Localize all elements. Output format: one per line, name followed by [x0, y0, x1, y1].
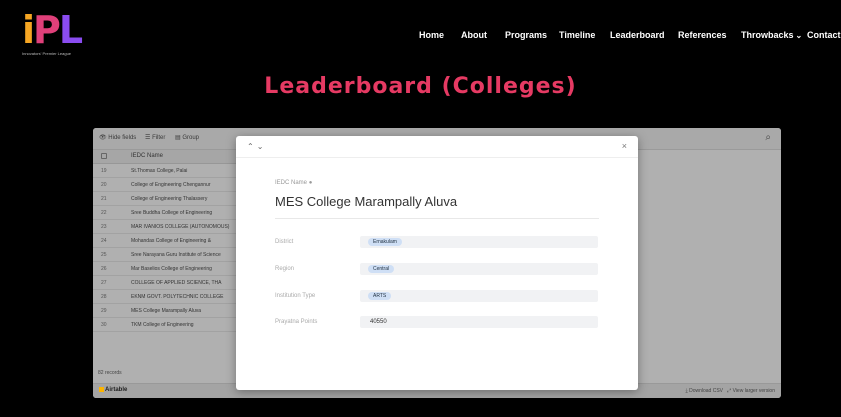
row-number: 22 [101, 210, 107, 216]
row-number: 21 [101, 196, 107, 202]
field-value-district: Ernakulam [360, 236, 598, 248]
row-number: 25 [101, 252, 107, 258]
nav-throwbacks[interactable]: Throwbacks ⌄ [741, 30, 802, 40]
table-row[interactable]: 26 Mar Baselios College of Engineering [93, 262, 237, 276]
row-iedc-name: COLLEGE OF APPLIED SCIENCE, THA [131, 280, 222, 286]
column-header-iedc-name[interactable]: IEDC Name [131, 153, 163, 159]
chevron-up-icon[interactable]: ⌃ [247, 142, 257, 151]
table-row[interactable]: 22 Sree Buddha College of Engineering [93, 206, 237, 220]
record-nav-arrows: ⌃⌄ [247, 142, 266, 151]
airtable-logo-icon [99, 387, 104, 392]
row-number: 20 [101, 182, 107, 188]
nav-throwbacks-label: Throwbacks [741, 30, 794, 40]
group-icon: ▤ [175, 135, 181, 141]
record-title: MES College Marampally Aluva [275, 194, 458, 209]
district-chip: Ernakulam [368, 238, 402, 246]
field-value-region: Central [360, 263, 598, 275]
record-detail-modal: ⌃⌄ × IEDC Name ● MES College Marampally … [236, 136, 638, 390]
search-icon[interactable]: ⌕ [765, 132, 771, 143]
row-number: 30 [101, 322, 107, 328]
field-label-district: District [275, 239, 294, 245]
filter-icon: ☰ [145, 135, 151, 141]
primary-field-label-text: IEDC Name [275, 180, 308, 186]
download-csv-link[interactable]: ⤓ Download CSV [685, 388, 723, 394]
grid-header-row: IEDC Name [93, 150, 237, 164]
airtable-brand-label: Airtable [105, 387, 128, 393]
row-iedc-name: MAR IVANIOS COLLEGE (AUTONOMOUS) [131, 224, 230, 230]
table-row[interactable]: 27 COLLEGE OF APPLIED SCIENCE, THA [93, 276, 237, 290]
row-number: 23 [101, 224, 107, 230]
info-icon: ● [308, 180, 313, 186]
view-larger-link[interactable]: ⤢ View larger version [727, 388, 775, 394]
airtable-logo[interactable]: Airtable [99, 387, 127, 393]
footer-links: ⤓ Download CSV ⤢ View larger version [685, 388, 775, 394]
table-row[interactable]: 30 TKM College of Engineering [93, 318, 237, 332]
select-all-checkbox[interactable] [101, 153, 107, 159]
table-row[interactable]: 25 Sree Narayana Guru Institute of Scienc… [93, 248, 237, 262]
nav-about[interactable]: About [461, 30, 487, 40]
hide-fields-label: Hide fields [108, 135, 137, 141]
field-label-region: Region [275, 266, 295, 272]
nav-menu: Home About Programs Timeline Leaderboard… [0, 30, 841, 44]
group-button[interactable]: ▤ Group [175, 134, 199, 141]
table-row[interactable]: 21 College of Engineering Thalassery [93, 192, 237, 206]
download-csv-label: Download CSV [689, 388, 723, 394]
row-iedc-name: Mar Baselios College of Engineering [131, 266, 212, 272]
prayatna-points-value: 40550 [370, 319, 387, 325]
row-iedc-name: EKNM GOVT. POLYTECHNIC COLLEGE [131, 294, 224, 300]
grid-rows: 19 St.Thomas College, Palai 20 College of … [93, 164, 237, 332]
table-row[interactable]: 28 EKNM GOVT. POLYTECHNIC COLLEGE [93, 290, 237, 304]
nav-leaderboard[interactable]: Leaderboard [610, 30, 665, 40]
group-label: Group [182, 135, 200, 141]
expand-icon: ⤢ [727, 388, 732, 394]
filter-button[interactable]: ☰ Filter [145, 134, 165, 141]
field-value-institution-type: ARTS [360, 290, 598, 302]
table-row[interactable]: 20 College of Engineering Chengannur [93, 178, 237, 192]
institution-type-chip: ARTS [368, 292, 392, 300]
row-number: 24 [101, 238, 107, 244]
row-iedc-name: Sree Buddha College of Engineering [131, 210, 213, 216]
row-iedc-name: College of Engineering Chengannur [131, 182, 211, 188]
table-row[interactable]: 24 Mohandas College of Engineering & [93, 234, 237, 248]
nav-timeline[interactable]: Timeline [559, 30, 595, 40]
field-value-prayatna-points: 40550 [360, 316, 598, 328]
primary-field-label: IEDC Name ● [275, 180, 312, 186]
close-icon[interactable]: × [622, 141, 627, 151]
logo-subtext: Innovators' Premier League [22, 51, 72, 56]
table-row[interactable]: 29 MES College Marampally Aluva [93, 304, 237, 318]
row-iedc-name: College of Engineering Thalassery [131, 196, 208, 202]
row-iedc-name: MES College Marampally Aluva [131, 308, 202, 314]
table-row[interactable]: 23 MAR IVANIOS COLLEGE (AUTONOMOUS) [93, 220, 237, 234]
eye-slash-icon: 👁 [99, 135, 107, 141]
field-label-institution-type: Institution Type [275, 293, 316, 299]
field-label-prayatna-points: Prayatna Points [275, 319, 318, 325]
filter-label: Filter [152, 135, 166, 141]
row-iedc-name: TKM College of Engineering [131, 322, 194, 328]
nav-programs[interactable]: Programs [505, 30, 547, 40]
row-number: 27 [101, 280, 107, 286]
row-number: 26 [101, 266, 107, 272]
divider [275, 218, 599, 219]
region-chip: Central [368, 265, 395, 273]
hide-fields-button[interactable]: 👁 Hide fields [99, 134, 136, 141]
navbar: iPL Innovators' Premier League Home Abou… [0, 0, 841, 66]
row-iedc-name: Sree Narayana Guru Institute of Science [131, 252, 221, 258]
record-count: 82 records [98, 370, 122, 376]
page-title: Leaderboard (Colleges) [264, 74, 577, 99]
row-number: 29 [101, 308, 107, 314]
row-number: 19 [101, 168, 107, 174]
download-icon: ⤓ [685, 388, 688, 394]
chevron-down-icon[interactable]: ⌄ [257, 142, 267, 151]
chevron-down-icon: ⌄ [795, 31, 803, 40]
nav-contact[interactable]: Contact [807, 30, 841, 40]
modal-header: ⌃⌄ × [236, 136, 638, 158]
view-larger-label: View larger version [732, 388, 775, 394]
nav-references[interactable]: References [678, 30, 727, 40]
row-iedc-name: Mohandas College of Engineering & [131, 238, 212, 244]
table-row[interactable]: 19 St.Thomas College, Palai [93, 164, 237, 178]
row-number: 28 [101, 294, 107, 300]
row-iedc-name: St.Thomas College, Palai [131, 168, 188, 174]
nav-home[interactable]: Home [419, 30, 444, 40]
